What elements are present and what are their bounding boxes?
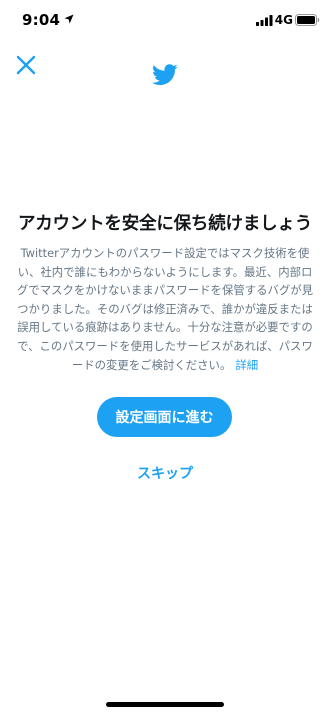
- notice-body-text: Twitterアカウントのパスワード設定ではマスク技術を使い、社内で誰にもわから…: [16, 246, 314, 372]
- twitter-bird-icon: [152, 64, 178, 86]
- battery-icon: [295, 14, 320, 26]
- go-to-settings-button[interactable]: 設定画面に進む: [97, 397, 232, 437]
- status-time: 9:04: [22, 11, 61, 29]
- network-type-label: 4G: [274, 13, 293, 27]
- close-icon: [16, 55, 36, 75]
- notice-content: アカウントを安全に保ち続けましょう Twitterアカウントのパスワード設定では…: [0, 212, 330, 374]
- home-indicator[interactable]: [106, 702, 224, 707]
- location-arrow-icon: [64, 14, 74, 24]
- notice-body: Twitterアカウントのパスワード設定ではマスク技術を使い、社内で誰にもわから…: [16, 244, 314, 374]
- status-bar: 9:04 4G: [0, 0, 330, 40]
- skip-link[interactable]: スキップ: [0, 463, 330, 483]
- signal-bars-icon: [256, 15, 273, 26]
- details-link[interactable]: 詳細: [235, 358, 258, 372]
- close-button[interactable]: [13, 52, 39, 78]
- password-notice-screen: 9:04 4G アカウントを安全に保ち続けましょう Twitterアカウントのパ…: [0, 0, 330, 714]
- page-title: アカウントを安全に保ち続けましょう: [17, 214, 313, 234]
